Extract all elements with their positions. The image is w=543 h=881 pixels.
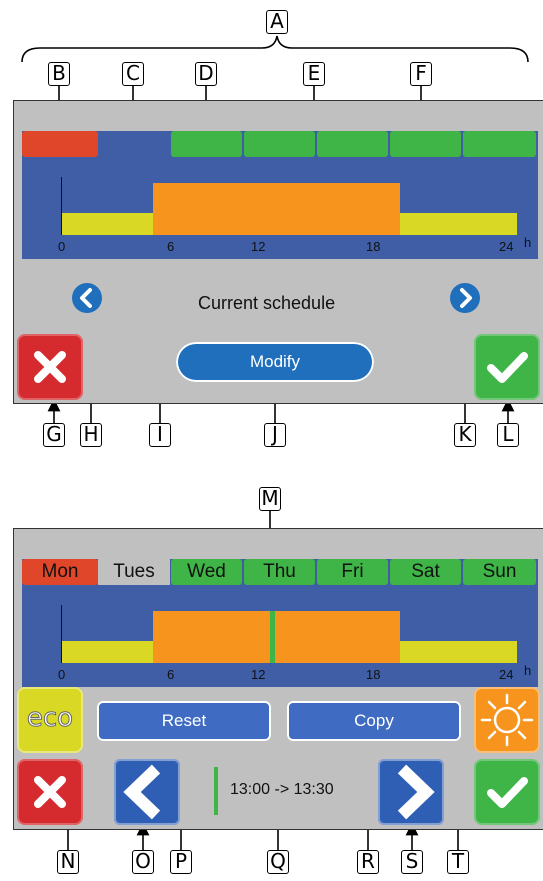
day-sun[interactable]: Sun (463, 559, 536, 585)
bottom-panel: Mon Tues Wed Thu Fri Sat Sun 0 6 12 18 2… (13, 528, 543, 830)
copy-button[interactable]: Copy (287, 701, 461, 741)
day-active[interactable] (244, 131, 315, 157)
callout-j: J (264, 423, 286, 447)
tick-label: 24 (499, 239, 514, 254)
callout-r: R (357, 850, 379, 874)
callout-c: C (122, 62, 144, 86)
modify-button[interactable]: Modify (176, 342, 374, 382)
hour-unit: h (524, 663, 532, 678)
tick-label: 24 (499, 667, 514, 682)
chevron-left-icon (80, 288, 92, 308)
checkmark-icon (487, 777, 528, 808)
callout-n: N (57, 850, 79, 874)
day-active[interactable] (317, 131, 388, 157)
callout-l: L (497, 423, 519, 447)
chevron-right-icon (397, 764, 435, 820)
tick-label: 6 (167, 239, 175, 254)
callout-f: F (410, 62, 432, 86)
prev-button[interactable] (72, 283, 102, 313)
cancel-button[interactable] (17, 759, 83, 825)
reset-button[interactable]: Reset (97, 701, 271, 741)
day-active[interactable] (171, 131, 242, 157)
callout-e: E (303, 62, 325, 86)
status-text: Current schedule (198, 293, 336, 313)
tick-label: 18 (366, 667, 381, 682)
tick-label: 0 (58, 667, 66, 682)
time-range: 13:00 -> 13:30 (230, 781, 334, 798)
brace-a (21, 35, 529, 63)
schedule-screen: 0 6 12 18 24 h (22, 131, 538, 259)
next-step-button[interactable] (378, 759, 444, 825)
schedule-screen: Mon Tues Wed Thu Fri Sat Sun 0 6 12 18 2… (22, 559, 538, 687)
callout-d: D (195, 62, 217, 86)
checkmark-icon (487, 352, 528, 383)
callout-s: S (401, 850, 423, 874)
day-active[interactable] (463, 131, 536, 157)
comfort-button[interactable] (474, 687, 540, 753)
time-marker (214, 767, 218, 815)
confirm-button[interactable] (474, 334, 540, 400)
day-thu[interactable]: Thu (244, 559, 315, 585)
callout-a: A (266, 10, 288, 34)
callout-m: M (259, 487, 281, 511)
x-icon (34, 776, 66, 808)
callout-t: T (447, 850, 469, 874)
day-fri[interactable]: Fri (317, 559, 388, 585)
chevron-right-icon (460, 288, 472, 308)
chevron-left-icon (123, 764, 161, 820)
callout-q: Q (267, 850, 289, 874)
day-tues[interactable]: Tues (98, 559, 170, 585)
tick-label: 0 (58, 239, 66, 254)
day-current[interactable] (22, 131, 98, 157)
callout-b: B (48, 62, 70, 86)
eco-label: eco (26, 703, 74, 734)
prev-step-button[interactable] (114, 759, 180, 825)
callout-g: G (43, 423, 65, 447)
comfort-segment (153, 611, 400, 663)
callout-h: H (80, 423, 102, 447)
eco-segment (62, 641, 153, 663)
day-wed[interactable]: Wed (171, 559, 242, 585)
tick-label: 6 (167, 667, 175, 682)
day-sat[interactable]: Sat (390, 559, 461, 585)
callout-p: P (170, 850, 192, 874)
day-mon[interactable]: Mon (22, 559, 98, 585)
next-button[interactable] (450, 283, 480, 313)
tick-label: 12 (251, 239, 266, 254)
tick-label: 18 (366, 239, 381, 254)
callout-o: O (132, 850, 154, 874)
day-active[interactable] (390, 131, 461, 157)
tick-label: 12 (251, 667, 266, 682)
time-cursor[interactable] (270, 611, 275, 663)
sun-icon (480, 693, 534, 747)
eco-segment (400, 213, 517, 235)
hour-unit: h (524, 235, 532, 250)
top-panel: 0 6 12 18 24 h Current schedule Modify (13, 100, 543, 404)
day-selected[interactable] (98, 131, 170, 157)
confirm-button[interactable] (474, 759, 540, 825)
eco-button[interactable]: eco (17, 687, 83, 753)
comfort-segment (153, 183, 400, 235)
x-icon (34, 351, 66, 383)
cancel-button[interactable] (17, 334, 83, 400)
eco-segment (400, 641, 517, 663)
eco-segment (62, 213, 153, 235)
callout-i: I (149, 423, 171, 447)
callout-k: K (454, 423, 476, 447)
